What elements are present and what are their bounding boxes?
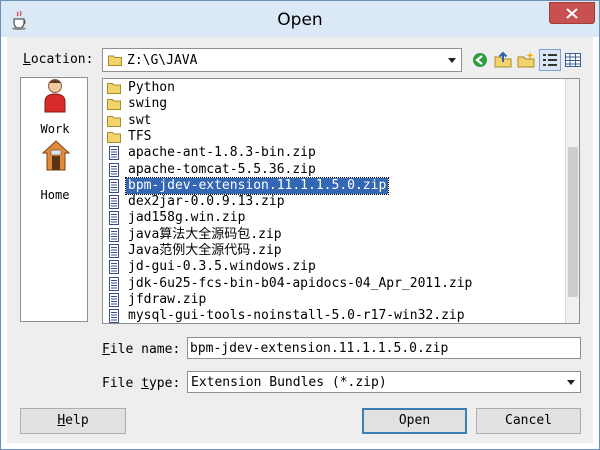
file-name-text: java算法大全源码包.zip [128, 226, 282, 242]
file-icon [109, 227, 119, 242]
location-value: Z:\G\JAVA [127, 53, 198, 68]
file-icon [109, 146, 119, 161]
file-name-label: File name: [102, 342, 181, 357]
file-name-input[interactable] [190, 339, 576, 357]
file-name-text: Java范例大全源代码.zip [128, 243, 282, 258]
file-icon [109, 244, 119, 258]
file-name-text: apache-tomcat-5.5.36.zip [128, 161, 316, 177]
places-panel: Work Home [20, 77, 88, 322]
file-name-text: dex2jar-0.0.9.13.zip [128, 194, 285, 210]
folder-icon [107, 83, 121, 94]
title-bar[interactable]: Open [1, 1, 599, 37]
cancel-button[interactable]: Cancel [476, 408, 581, 434]
file-type-value: Extension Bundles (*.zip) [191, 375, 387, 390]
up-folder-icon[interactable] [493, 50, 513, 70]
chevron-down-icon [448, 58, 456, 63]
window-title: Open [277, 10, 323, 30]
file-icon [109, 292, 119, 307]
place-home[interactable]: Home [21, 140, 87, 202]
file-icon [109, 178, 119, 193]
file-icon [109, 260, 119, 275]
file-name-text: jdk-6u25-fcs-bin-b04-apidocs-04_Apr_2011… [128, 275, 473, 291]
place-label-home: Home [40, 188, 70, 202]
open-dialog: Open Location: Z:\G\JAVA Work Home Pytho… [0, 0, 600, 450]
file-name-text: TFS [128, 128, 152, 144]
list-view-icon[interactable] [539, 49, 561, 71]
close-icon [566, 8, 578, 19]
back-icon[interactable] [470, 50, 490, 70]
file-name-text: Python [128, 80, 175, 95]
file-icon [109, 162, 119, 177]
folder-icon [107, 99, 121, 111]
file-type-combo[interactable]: Extension Bundles (*.zip) [187, 371, 581, 393]
file-icon [109, 309, 119, 323]
file-name-text: bpm-jdev-extension.11.1.1.5.0.zip [124, 176, 390, 195]
file-icon [109, 195, 119, 210]
file-name-text: mysql-gui-tools-noinstall-5.0-r17-win32.… [128, 308, 465, 324]
file-name-text: apache-ant-1.8.3-bin.zip [128, 145, 316, 161]
user-icon [44, 79, 66, 113]
file-name-field[interactable] [187, 337, 581, 359]
place-work[interactable]: Work [21, 78, 87, 140]
file-name-text: jd-gui-0.3.5.windows.zip [128, 259, 316, 275]
folder-icon [107, 115, 121, 127]
help-button[interactable]: Help [20, 408, 126, 434]
vertical-scrollbar[interactable] [565, 79, 579, 323]
folder-icon [108, 55, 122, 66]
close-button[interactable] [549, 2, 595, 24]
dialog-body: Location: Z:\G\JAVA Work Home Python swi… [7, 37, 593, 443]
home-icon [42, 140, 70, 171]
file-name-text: jfdraw.zip [128, 291, 207, 307]
folder-icon [107, 131, 121, 143]
file-name-text: jad158g.win.zip [128, 210, 246, 226]
details-view-icon[interactable] [563, 50, 583, 70]
file-icon [109, 276, 119, 291]
new-folder-icon[interactable] [516, 50, 536, 70]
file-type-label: File type: [102, 376, 181, 391]
location-combo[interactable]: Z:\G\JAVA [102, 48, 462, 72]
file-icon [109, 211, 119, 226]
open-button[interactable]: Open [362, 408, 467, 434]
scrollbar-thumb[interactable] [568, 147, 578, 297]
file-name-text: swt [128, 112, 152, 128]
place-label-work: Work [40, 122, 70, 136]
chevron-down-icon [567, 380, 575, 385]
file-name-text: swing [128, 96, 168, 112]
location-label: Location: [23, 52, 94, 67]
file-list[interactable]: Python swing swt TFS apache-ant-1.8.3-bin.zi… [102, 78, 580, 324]
